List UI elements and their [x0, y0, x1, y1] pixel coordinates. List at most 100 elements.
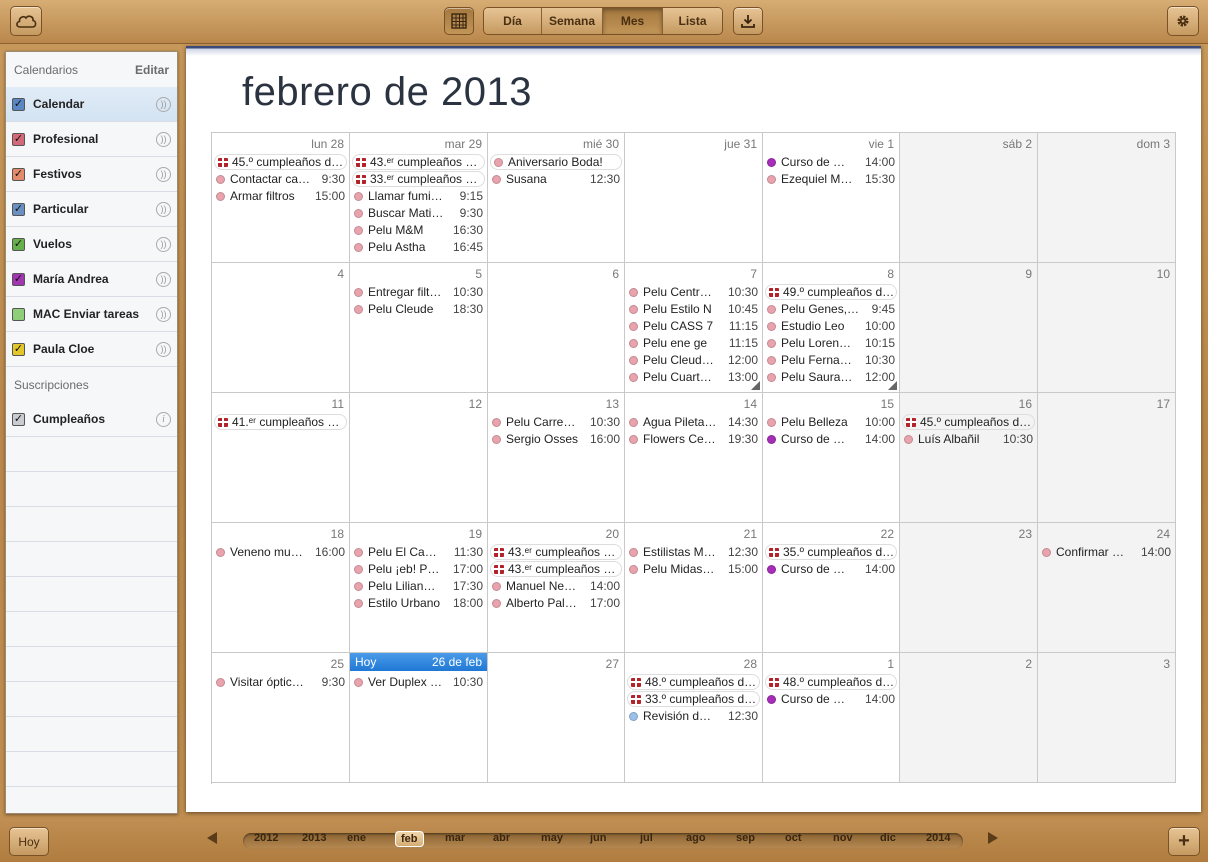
timeline-year[interactable]: 2014 — [926, 832, 950, 844]
event-item[interactable]: Visitar óptic… 9:30 — [216, 674, 345, 690]
sidebar-item-calendar[interactable]: ✓ Vuelos)) — [6, 227, 177, 262]
checkbox[interactable]: ✓ — [12, 97, 25, 111]
broadcast-icon[interactable]: )) — [156, 306, 171, 322]
timeline-month[interactable]: oct — [785, 832, 802, 844]
sidebar-item-subscription[interactable]: ✓ Cumpleaños i — [6, 402, 177, 437]
event-item[interactable]: Revisión d… 12:30 — [629, 708, 758, 724]
event-item[interactable]: Curso de … 14:00 — [767, 431, 895, 447]
event-item[interactable]: Veneno mu… 16:00 — [216, 544, 345, 560]
event-item[interactable]: Pelu Ferna… 10:30 — [767, 352, 895, 368]
day-cell[interactable]: 11 41.ᵉʳ cumpleaños de… — [212, 393, 350, 523]
checkbox[interactable]: ✓ — [12, 167, 25, 181]
day-cell[interactable]: jue 31 — [625, 133, 763, 263]
day-cell[interactable]: dom 3 — [1038, 133, 1176, 263]
event-item[interactable]: Sergio Osses 16:00 — [492, 431, 620, 447]
checkbox[interactable]: ✓ — [12, 237, 25, 251]
sidebar-item-calendar[interactable]: ✓ Festivos)) — [6, 157, 177, 192]
event-item[interactable]: Curso de … 14:00 — [767, 691, 895, 707]
sidebar-item-calendar[interactable]: ✓ Paula Cloe)) — [6, 332, 177, 367]
mini-calendar-button[interactable] — [444, 7, 474, 35]
event-item[interactable]: Pelu Loren… 10:15 — [767, 335, 895, 351]
event-item[interactable]: Buscar Mati… 9:30 — [354, 205, 483, 221]
download-button[interactable] — [733, 7, 763, 35]
event-item[interactable]: Pelu Saura… 12:00 — [767, 369, 895, 385]
event-item[interactable]: Susana 12:30 — [492, 171, 620, 187]
checkbox[interactable]: ✓ — [12, 132, 25, 146]
day-cell[interactable]: 16 45.º cumpleaños de… Luís Albañil 10:30 — [900, 393, 1038, 523]
event-item[interactable]: Aniversario Boda! — [490, 154, 622, 170]
event-item[interactable]: Pelu CASS 7 11:15 — [629, 318, 758, 334]
event-item[interactable]: Alberto Pal… 17:00 — [492, 595, 620, 611]
previous-arrow-icon[interactable] — [207, 832, 217, 844]
cloud-button[interactable] — [10, 6, 42, 36]
sidebar-item-calendar[interactable]: ✓ María Andrea)) — [6, 262, 177, 297]
birthday-event[interactable]: 35.º cumpleaños de… — [765, 544, 897, 560]
birthday-event[interactable]: 43.ᵉʳ cumpleaños de… — [490, 561, 622, 577]
day-cell[interactable]: 25 Visitar óptic… 9:30 — [212, 653, 350, 783]
day-cell[interactable]: 7 Pelu Centr… 10:30 Pelu Estilo N 10:45 Pelu … — [625, 263, 763, 393]
day-cell[interactable]: 20 43.ᵉʳ cumpleaños de… 43.ᵉʳ cumpleaños d… — [488, 523, 625, 653]
sidebar-item-calendar[interactable]: ✓ Profesional)) — [6, 122, 177, 157]
birthday-event[interactable]: 33.ᵉʳ cumpleaños de… — [352, 171, 485, 187]
checkbox[interactable]: ✓ — [12, 272, 25, 286]
day-cell[interactable]: 3 — [1038, 653, 1176, 783]
day-cell[interactable]: 10 — [1038, 263, 1176, 393]
event-item[interactable]: Pelu Estilo N 10:45 — [629, 301, 758, 317]
event-item[interactable]: Pelu Centr… 10:30 — [629, 284, 758, 300]
event-item[interactable]: Pelu M&M 16:30 — [354, 222, 483, 238]
view-day-tab[interactable]: Día — [484, 8, 542, 34]
day-cell[interactable]: 24 Confirmar … 14:00 — [1038, 523, 1176, 653]
event-item[interactable]: Pelu ene ge 11:15 — [629, 335, 758, 351]
broadcast-icon[interactable]: )) — [156, 271, 171, 287]
checkbox[interactable]: ✓ — [12, 412, 25, 426]
event-item[interactable]: Pelu Midas… 15:00 — [629, 561, 758, 577]
birthday-event[interactable]: 41.ᵉʳ cumpleaños de… — [214, 414, 347, 430]
view-list-tab[interactable]: Lista — [663, 8, 722, 34]
event-item[interactable]: Pelu Cuart… 13:00 — [629, 369, 758, 385]
event-item[interactable]: Pelu Genes,… 9:45 — [767, 301, 895, 317]
broadcast-icon[interactable]: )) — [156, 96, 171, 112]
event-item[interactable]: Pelu ¡eb! P… 17:00 — [354, 561, 483, 577]
day-cell[interactable]: 1 48.º cumpleaños de… Curso de … 14:00 — [763, 653, 900, 783]
info-icon[interactable]: i — [156, 411, 171, 427]
timeline-year[interactable]: 2012 — [254, 832, 278, 844]
event-item[interactable]: Manuel Ne… 14:00 — [492, 578, 620, 594]
event-item[interactable]: Estilo Urbano 18:00 — [354, 595, 483, 611]
event-item[interactable]: Confirmar … 14:00 — [1042, 544, 1171, 560]
timeline-month[interactable]: jun — [590, 832, 607, 844]
timeline-month[interactable]: jul — [640, 832, 653, 844]
timeline-month[interactable]: ago — [686, 832, 706, 844]
event-item[interactable]: Pelu Lilian… 17:30 — [354, 578, 483, 594]
day-cell[interactable]: sáb 2 — [900, 133, 1038, 263]
day-cell[interactable]: mié 30 Aniversario Boda! Susana 12:30 — [488, 133, 625, 263]
timeline-year[interactable]: 2013 — [302, 832, 326, 844]
day-cell[interactable]: mar 29 43.ᵉʳ cumpleaños de… 33.ᵉʳ cumpleañ… — [350, 133, 488, 263]
day-cell[interactable]: 5 Entregar filt… 10:30 Pelu Cleude 18:30 — [350, 263, 488, 393]
day-cell[interactable]: 8 49.º cumpleaños de… Pelu Genes,… 9:45 Estu… — [763, 263, 900, 393]
checkbox[interactable] — [12, 307, 25, 321]
day-cell[interactable]: 18 Veneno mu… 16:00 — [212, 523, 350, 653]
event-item[interactable]: Luís Albañil 10:30 — [904, 431, 1033, 447]
day-cell[interactable]: 22 35.º cumpleaños de… Curso de … 14:00 — [763, 523, 900, 653]
event-item[interactable]: Pelu Belleza 10:00 — [767, 414, 895, 430]
timeline-month[interactable]: sep — [736, 832, 755, 844]
day-cell[interactable]: 21 Estilistas M… 12:30 Pelu Midas… 15:00 — [625, 523, 763, 653]
add-event-button[interactable]: + — [1168, 827, 1200, 856]
more-events-corner-icon[interactable] — [751, 381, 760, 390]
event-item[interactable]: Pelu Cleud… 12:00 — [629, 352, 758, 368]
event-item[interactable]: Flowers Ce… 19:30 — [629, 431, 758, 447]
day-cell[interactable]: 6 — [488, 263, 625, 393]
edit-button[interactable]: Editar — [135, 63, 169, 77]
day-cell[interactable]: 23 — [900, 523, 1038, 653]
day-cell[interactable]: 9 — [900, 263, 1038, 393]
view-month-tab[interactable]: Mes — [603, 8, 663, 34]
event-item[interactable]: Llamar fumi… 9:15 — [354, 188, 483, 204]
day-cell[interactable]: 14 Agua Pileta… 14:30 Flowers Ce… 19:30 — [625, 393, 763, 523]
birthday-event[interactable]: 48.º cumpleaños de… — [627, 674, 760, 690]
event-item[interactable]: Curso de … 14:00 — [767, 561, 895, 577]
day-cell[interactable]: 27 — [488, 653, 625, 783]
timeline-month[interactable]: nov — [833, 832, 853, 844]
event-item[interactable]: Armar filtros 15:00 — [216, 188, 345, 204]
birthday-event[interactable]: 43.ᵉʳ cumpleaños de… — [490, 544, 622, 560]
broadcast-icon[interactable]: )) — [156, 341, 171, 357]
